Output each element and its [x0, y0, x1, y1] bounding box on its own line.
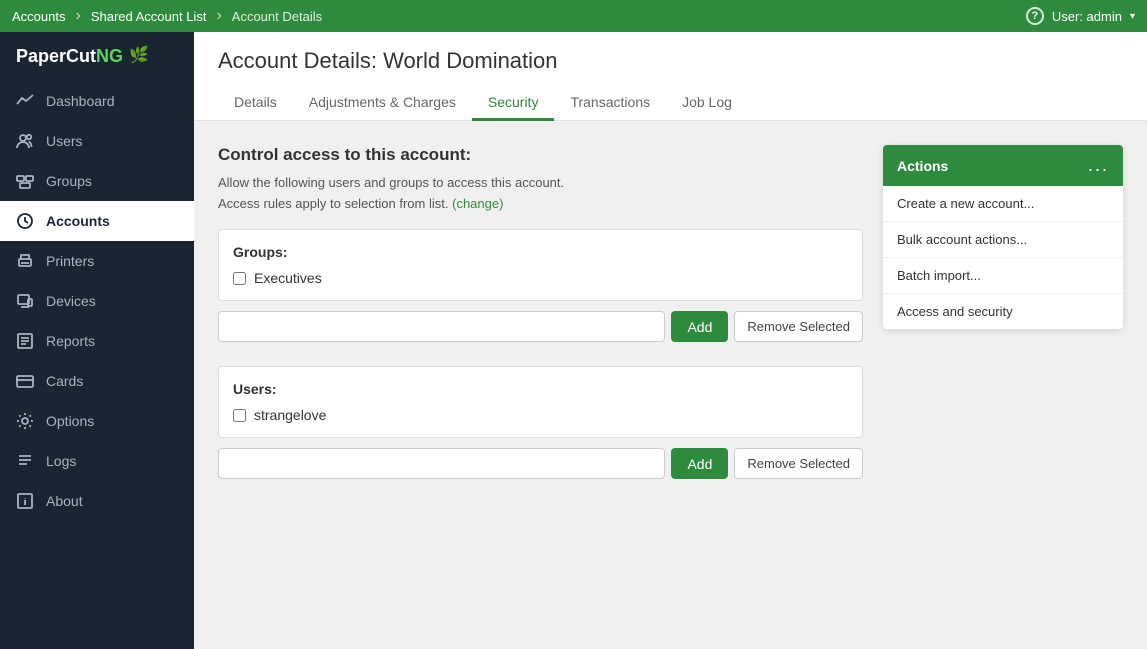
users-box: Users: strangelove: [218, 366, 863, 438]
tab-security[interactable]: Security: [472, 86, 555, 121]
control-heading: Control access to this account:: [218, 145, 863, 165]
access-rules-line: Access rules apply to selection from lis…: [218, 196, 863, 211]
sidebar-item-reports[interactable]: Reports: [0, 321, 194, 361]
tab-job-log[interactable]: Job Log: [666, 86, 748, 121]
change-link[interactable]: (change): [452, 196, 503, 211]
options-icon: [16, 412, 34, 430]
sidebar-label-dashboard: Dashboard: [46, 93, 115, 109]
groups-icon: [16, 172, 34, 190]
accounts-icon: [16, 212, 34, 230]
logs-icon: [16, 452, 34, 470]
users-remove-button[interactable]: Remove Selected: [734, 448, 863, 479]
sidebar-item-accounts[interactable]: Accounts: [0, 201, 194, 241]
cards-icon: [16, 372, 34, 390]
groups-add-row: Add Remove Selected: [218, 311, 863, 342]
groups-remove-button[interactable]: Remove Selected: [734, 311, 863, 342]
breadcrumb-account-details: Account Details: [222, 9, 332, 24]
tabs: Details Adjustments & Charges Security T…: [218, 86, 1123, 120]
sidebar-label-accounts: Accounts: [46, 213, 110, 229]
sidebar-item-options[interactable]: Options: [0, 401, 194, 441]
sidebar-label-about: About: [46, 493, 83, 509]
tab-details[interactable]: Details: [218, 86, 293, 121]
devices-icon: [16, 292, 34, 310]
user-dropdown-icon[interactable]: ▾: [1130, 11, 1135, 22]
control-desc: Allow the following users and groups to …: [218, 175, 863, 190]
about-icon: [16, 492, 34, 510]
reports-icon: [16, 332, 34, 350]
sidebar-label-printers: Printers: [46, 253, 94, 269]
groups-checkbox-row: Executives: [233, 270, 848, 286]
page-title: Account Details: World Domination: [218, 48, 1123, 74]
logo-text: PaperCutNG: [16, 46, 123, 67]
side-panel: Actions ... Create a new account... Bulk…: [883, 145, 1123, 503]
action-create-new-account[interactable]: Create a new account...: [883, 186, 1123, 222]
main-content: Control access to this account: Allow th…: [218, 145, 863, 503]
users-icon: [16, 132, 34, 150]
users-select[interactable]: [218, 448, 665, 479]
sidebar-label-users: Users: [46, 133, 83, 149]
sidebar-item-dashboard[interactable]: Dashboard: [0, 81, 194, 121]
groups-box: Groups: Executives: [218, 229, 863, 301]
executives-label: Executives: [254, 270, 322, 286]
breadcrumb: Accounts › Shared Account List › Account…: [12, 7, 1026, 25]
two-col-layout: Control access to this account: Allow th…: [218, 145, 1123, 503]
page-header: Account Details: World Domination Detail…: [194, 32, 1147, 121]
executives-checkbox[interactable]: [233, 272, 246, 285]
actions-header: Actions ...: [883, 145, 1123, 186]
user-label[interactable]: User: admin: [1052, 9, 1122, 24]
groups-add-button[interactable]: Add: [671, 311, 728, 342]
action-access-security[interactable]: Access and security: [883, 294, 1123, 329]
top-bar-right: ? User: admin ▾: [1026, 7, 1135, 25]
sidebar-label-cards: Cards: [46, 373, 83, 389]
sidebar: PaperCutNG 🌿 Dashboard: [0, 32, 194, 649]
logo-leaf-icon: 🌿: [129, 45, 149, 65]
tab-transactions[interactable]: Transactions: [554, 86, 666, 121]
action-batch-import[interactable]: Batch import...: [883, 258, 1123, 294]
groups-select[interactable]: [218, 311, 665, 342]
sidebar-item-groups[interactable]: Groups: [0, 161, 194, 201]
action-bulk-account-actions[interactable]: Bulk account actions...: [883, 222, 1123, 258]
logo-area: PaperCutNG 🌿: [0, 32, 194, 81]
sidebar-item-devices[interactable]: Devices: [0, 281, 194, 321]
users-add-button[interactable]: Add: [671, 448, 728, 479]
sidebar-nav: Dashboard Users: [0, 81, 194, 649]
sidebar-label-logs: Logs: [46, 453, 76, 469]
sidebar-label-groups: Groups: [46, 173, 92, 189]
actions-header-label: Actions: [897, 158, 948, 174]
printers-icon: [16, 252, 34, 270]
page-body: Control access to this account: Allow th…: [194, 121, 1147, 649]
sidebar-item-cards[interactable]: Cards: [0, 361, 194, 401]
strangelove-checkbox[interactable]: [233, 409, 246, 422]
access-rules-text: Access rules apply to selection from lis…: [218, 196, 448, 211]
tab-adjustments[interactable]: Adjustments & Charges: [293, 86, 472, 121]
sidebar-item-printers[interactable]: Printers: [0, 241, 194, 281]
top-bar: Accounts › Shared Account List › Account…: [0, 0, 1147, 32]
sidebar-item-about[interactable]: About: [0, 481, 194, 521]
actions-dots[interactable]: ...: [1088, 155, 1109, 176]
users-add-row: Add Remove Selected: [218, 448, 863, 479]
sidebar-item-logs[interactable]: Logs: [0, 441, 194, 481]
sidebar-label-reports: Reports: [46, 333, 95, 349]
logo-ng: NG: [96, 46, 123, 66]
help-icon[interactable]: ?: [1026, 7, 1044, 25]
sidebar-item-users[interactable]: Users: [0, 121, 194, 161]
breadcrumb-accounts[interactable]: Accounts: [12, 9, 75, 24]
dashboard-icon: [16, 92, 34, 110]
breadcrumb-shared-account-list[interactable]: Shared Account List: [81, 9, 217, 24]
sidebar-label-devices: Devices: [46, 293, 96, 309]
sidebar-label-options: Options: [46, 413, 94, 429]
users-label: Users:: [233, 381, 848, 397]
content-area: Account Details: World Domination Detail…: [194, 32, 1147, 649]
users-checkbox-row: strangelove: [233, 407, 848, 423]
strangelove-label: strangelove: [254, 407, 326, 423]
groups-label: Groups:: [233, 244, 848, 260]
actions-panel: Actions ... Create a new account... Bulk…: [883, 145, 1123, 329]
